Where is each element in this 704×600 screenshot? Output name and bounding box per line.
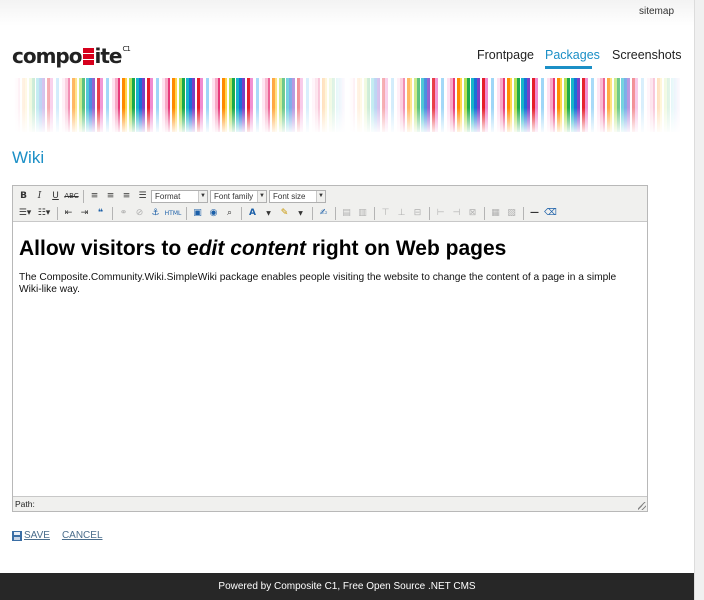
toolbar-row-2: ☰▾ ☷▾ ⇤ ⇥ ❝ ⚭ ⊘ ⚓ HTML ▣ ◉ ⌕ A ▼ ✎ ▼ ✍ ▤… xyxy=(16,205,559,221)
font-size-select-label: Font size xyxy=(273,191,306,201)
font-family-select-label: Font family xyxy=(214,191,254,201)
footer: Powered by Composite C1, Free Open Sourc… xyxy=(0,573,694,600)
editor-toolbar: B I U ABC ≡ ≡ ≡ ☰ Format ▼ Font family ▼ xyxy=(13,186,647,222)
split-cells-icon[interactable]: ▦ xyxy=(488,206,503,221)
banner-stripes-left xyxy=(12,78,347,132)
unlink-icon[interactable]: ⊘ xyxy=(132,206,147,221)
cleanup-icon[interactable]: ◉ xyxy=(206,206,221,221)
remove-format-icon[interactable]: ⌫ xyxy=(543,206,558,221)
find-replace-icon[interactable]: ⌕ xyxy=(222,206,237,221)
merge-cells-icon[interactable]: ▧ xyxy=(504,206,519,221)
horizontal-rule-icon[interactable]: — xyxy=(527,206,542,221)
footer-text: Powered by Composite C1, Free Open Sourc… xyxy=(218,581,476,592)
align-left-icon[interactable]: ≡ xyxy=(87,189,102,204)
html-source-button[interactable]: HTML xyxy=(164,206,182,221)
blockquote-icon[interactable]: ❝ xyxy=(93,206,108,221)
wysiwyg-editor: B I U ABC ≡ ≡ ≡ ☰ Format ▼ Font family ▼ xyxy=(12,185,648,512)
cancel-button[interactable]: CANCEL xyxy=(62,530,103,541)
content-paragraph: The Composite.Community.Wiki.SimpleWiki … xyxy=(19,272,617,295)
top-bar: sitemap xyxy=(0,0,694,26)
link-icon[interactable]: ⚭ xyxy=(116,206,131,221)
editor-statusbar: Path: xyxy=(13,496,647,511)
banner-stripes-right xyxy=(347,78,682,132)
toolbar-separator xyxy=(83,189,84,203)
format-select-label: Format xyxy=(155,191,181,201)
nav-item-frontpage[interactable]: Frontpage xyxy=(477,48,534,62)
sitemap-link[interactable]: sitemap xyxy=(639,6,674,17)
toolbar-separator xyxy=(374,206,375,220)
page-title: Wiki xyxy=(12,148,45,167)
toolbar-separator xyxy=(429,206,430,220)
status-path: Path: xyxy=(15,499,35,509)
text-color-icon[interactable]: A xyxy=(245,206,260,221)
outdent-icon[interactable]: ⇤ xyxy=(61,206,76,221)
content-heading: Allow visitors to edit content right on … xyxy=(19,237,641,261)
logo-text-left: compo xyxy=(12,44,82,68)
content-heading-emphasis: edit content xyxy=(187,237,307,260)
content-heading-before: Allow visitors to xyxy=(19,237,188,260)
save-icon[interactable] xyxy=(12,530,22,541)
strikethrough-icon[interactable]: ABC xyxy=(64,189,79,204)
toolbar-separator xyxy=(57,206,58,220)
chevron-down-icon[interactable]: ▼ xyxy=(261,206,276,221)
page: sitemap compo iteC1 Frontpage Packages Sc… xyxy=(0,0,694,600)
composite-logo[interactable]: compo iteC1 xyxy=(12,44,131,68)
toolbar-separator xyxy=(335,206,336,220)
chevron-down-icon[interactable]: ▼ xyxy=(293,206,308,221)
logo-sup: C1 xyxy=(122,45,130,53)
highlight-color-icon[interactable]: ✎ xyxy=(277,206,292,221)
toolbar-separator xyxy=(484,206,485,220)
italic-icon[interactable]: I xyxy=(32,189,47,204)
paste-word-icon[interactable]: ▣ xyxy=(190,206,205,221)
font-size-select[interactable]: Font size ▼ xyxy=(269,189,326,203)
vertical-scrollbar[interactable] xyxy=(694,0,704,600)
toolbar-separator xyxy=(186,206,187,220)
nav-item-screenshots[interactable]: Screenshots xyxy=(612,48,681,62)
insert-row-after-icon[interactable]: ⊥ xyxy=(394,206,409,221)
header-banner xyxy=(12,78,682,132)
nav-item-packages[interactable]: Packages xyxy=(545,48,600,62)
align-justify-icon[interactable]: ☰ xyxy=(135,189,150,204)
toolbar-separator xyxy=(241,206,242,220)
delete-col-icon[interactable]: ⊠ xyxy=(465,206,480,221)
chevron-down-icon: ▼ xyxy=(316,190,325,202)
editor-content-area[interactable]: Allow visitors to edit content right on … xyxy=(13,223,647,496)
toolbar-row-1: B I U ABC ≡ ≡ ≡ ☰ Format ▼ Font family ▼ xyxy=(16,188,328,204)
insert-col-before-icon[interactable]: ⊢ xyxy=(433,206,448,221)
align-right-icon[interactable]: ≡ xyxy=(119,189,134,204)
table-cell-props-icon[interactable]: ▥ xyxy=(355,206,370,221)
form-actions: SAVE CANCEL xyxy=(12,530,115,541)
font-family-select[interactable]: Font family ▼ xyxy=(210,189,267,203)
content-heading-after: right on Web pages xyxy=(306,237,507,260)
format-select[interactable]: Format ▼ xyxy=(151,189,208,203)
chevron-down-icon: ▼ xyxy=(198,190,207,202)
underline-icon[interactable]: U xyxy=(48,189,63,204)
insert-col-after-icon[interactable]: ⊣ xyxy=(449,206,464,221)
logo-text-right: ite xyxy=(94,44,123,68)
resize-handle-icon[interactable] xyxy=(638,502,646,510)
chevron-down-icon: ▼ xyxy=(257,190,266,202)
anchor-icon[interactable]: ⚓ xyxy=(148,206,163,221)
table-row-props-icon[interactable]: ▤ xyxy=(339,206,354,221)
delete-row-icon[interactable]: ⊟ xyxy=(410,206,425,221)
indent-icon[interactable]: ⇥ xyxy=(77,206,92,221)
insert-row-before-icon[interactable]: ⊤ xyxy=(378,206,393,221)
bold-icon[interactable]: B xyxy=(16,189,31,204)
nav-active-indicator xyxy=(545,66,592,69)
toolbar-separator xyxy=(523,206,524,220)
bullet-list-icon[interactable]: ☰▾ xyxy=(16,206,34,221)
logo-mark-icon xyxy=(82,48,94,65)
toolbar-separator xyxy=(312,206,313,220)
edit-css-icon[interactable]: ✍ xyxy=(316,206,331,221)
save-button[interactable]: SAVE xyxy=(24,530,50,541)
align-center-icon[interactable]: ≡ xyxy=(103,189,118,204)
numbered-list-icon[interactable]: ☷▾ xyxy=(35,206,53,221)
toolbar-separator xyxy=(112,206,113,220)
